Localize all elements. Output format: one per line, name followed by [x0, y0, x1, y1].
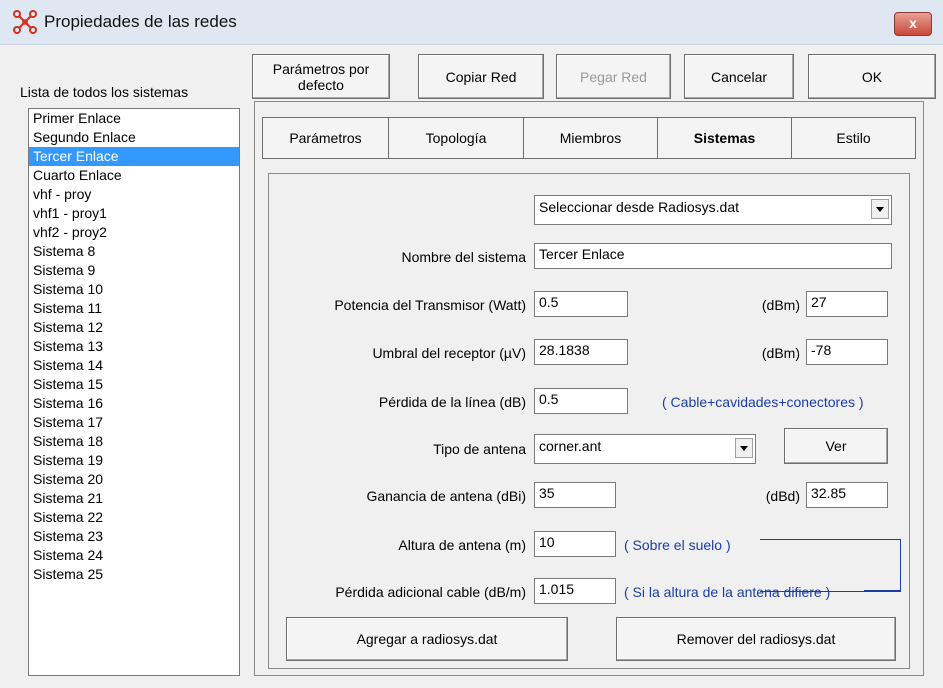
- list-item[interactable]: Sistema 18: [29, 432, 239, 451]
- tab-estilo[interactable]: Estilo: [791, 117, 916, 159]
- list-item[interactable]: Sistema 21: [29, 489, 239, 508]
- list-item[interactable]: Sistema 13: [29, 337, 239, 356]
- line-loss-field[interactable]: 0.5: [534, 388, 628, 414]
- antenna-gain-dbd-field[interactable]: 32.85: [806, 482, 888, 508]
- tab-label: Topología: [425, 130, 487, 146]
- copy-network-label: Copiar Red: [445, 68, 517, 85]
- list-item[interactable]: Sistema 14: [29, 356, 239, 375]
- antenna-type-select[interactable]: corner.ant: [534, 434, 756, 464]
- radiosys-source-value: Seleccionar desde Radiosys.dat: [539, 199, 740, 215]
- default-params-button[interactable]: Parámetros por defecto: [252, 54, 390, 99]
- tab-parametros[interactable]: Parámetros: [262, 117, 389, 159]
- system-name-field[interactable]: Tercer Enlace: [534, 243, 892, 269]
- extra-cable-loss-label: Pérdida adicional cable (dB/m): [335, 584, 526, 600]
- systems-listbox[interactable]: Primer Enlace Segundo Enlace Tercer Enlace…: [28, 108, 240, 676]
- antenna-type-label: Tipo de antena: [433, 441, 526, 457]
- close-button[interactable]: x: [894, 12, 932, 36]
- notes-bracket-tail: [864, 590, 900, 591]
- antenna-height-note: ( Sobre el suelo ): [624, 537, 731, 553]
- copy-network-button[interactable]: Copiar Red: [418, 54, 544, 99]
- tx-power-watt-field[interactable]: 0.5: [534, 291, 628, 317]
- list-item[interactable]: Sistema 8: [29, 242, 239, 261]
- chevron-down-icon: [871, 199, 889, 219]
- ok-button[interactable]: OK: [808, 54, 936, 99]
- notes-bracket: [760, 539, 901, 592]
- tab-sistemas[interactable]: Sistemas: [657, 117, 792, 159]
- list-item[interactable]: vhf2 - proy2: [29, 223, 239, 242]
- add-to-radiosys-label: Agregar a radiosys.dat: [356, 631, 498, 647]
- tab-label: Estilo: [836, 130, 871, 146]
- tab-topologia[interactable]: Topología: [388, 117, 524, 159]
- list-item[interactable]: Primer Enlace: [29, 109, 239, 128]
- list-item[interactable]: Sistema 23: [29, 527, 239, 546]
- network-app-icon: [13, 10, 37, 34]
- rx-dbm-label: (dBm): [761, 345, 800, 361]
- list-item[interactable]: Sistema 24: [29, 546, 239, 565]
- ok-label: OK: [861, 68, 883, 85]
- tab-label: Sistemas: [693, 130, 756, 146]
- antenna-height-label: Altura de antena (m): [398, 537, 526, 553]
- list-item[interactable]: Cuarto Enlace: [29, 166, 239, 185]
- list-item[interactable]: Sistema 16: [29, 394, 239, 413]
- list-item[interactable]: Sistema 10: [29, 280, 239, 299]
- close-icon: x: [909, 15, 917, 31]
- chevron-down-icon: [735, 438, 753, 458]
- list-item[interactable]: Sistema 20: [29, 470, 239, 489]
- remove-from-radiosys-label: Remover del radiosys.dat: [676, 631, 836, 647]
- tx-power-dbm-field[interactable]: 27: [806, 291, 888, 317]
- system-name-label: Nombre del sistema: [401, 249, 527, 265]
- rx-threshold-dbm-field[interactable]: -78: [806, 339, 888, 365]
- gain-dbd-label: (dBd): [765, 488, 800, 504]
- view-antenna-label: Ver: [825, 438, 847, 454]
- list-item[interactable]: Sistema 17: [29, 413, 239, 432]
- list-item[interactable]: vhf - proy: [29, 185, 239, 204]
- list-item[interactable]: Sistema 12: [29, 318, 239, 337]
- list-item[interactable]: vhf1 - proy1: [29, 204, 239, 223]
- cancel-label: Cancelar: [710, 68, 768, 85]
- window-title: Propiedades de las redes: [44, 12, 237, 31]
- systems-list-label: Lista de todos los sistemas: [20, 84, 189, 100]
- list-item[interactable]: Sistema 11: [29, 299, 239, 318]
- antenna-gain-label: Ganancia de antena (dBi): [366, 488, 526, 504]
- line-loss-label: Pérdida de la línea (dB): [378, 394, 526, 410]
- cancel-button[interactable]: Cancelar: [684, 54, 794, 99]
- paste-network-button[interactable]: Pegar Red: [556, 54, 671, 99]
- list-item[interactable]: Sistema 22: [29, 508, 239, 527]
- extra-cable-loss-field[interactable]: 1.015: [534, 578, 616, 604]
- systems-list-items: Primer Enlace Segundo Enlace Tercer Enlace…: [29, 109, 239, 584]
- list-item[interactable]: Tercer Enlace: [29, 147, 239, 166]
- antenna-height-field[interactable]: 10: [534, 531, 616, 557]
- list-item[interactable]: Sistema 25: [29, 565, 239, 584]
- rx-threshold-label: Umbral del receptor (µV): [372, 345, 526, 361]
- paste-network-label: Pegar Red: [580, 68, 647, 85]
- list-item[interactable]: Sistema 9: [29, 261, 239, 280]
- tab-label: Parámetros: [289, 130, 362, 146]
- tab-label: Miembros: [559, 130, 622, 146]
- add-to-radiosys-button[interactable]: Agregar a radiosys.dat: [286, 617, 568, 661]
- radiosys-source-select[interactable]: Seleccionar desde Radiosys.dat: [534, 195, 892, 225]
- antenna-type-value: corner.ant: [539, 438, 602, 454]
- default-params-label: Parámetros por defecto: [272, 60, 370, 93]
- list-item[interactable]: Sistema 19: [29, 451, 239, 470]
- view-antenna-button[interactable]: Ver: [784, 428, 888, 464]
- tx-dbm-label: (dBm): [761, 297, 800, 313]
- rx-threshold-uv-field[interactable]: 28.1838: [534, 339, 628, 365]
- list-item[interactable]: Sistema 15: [29, 375, 239, 394]
- list-item[interactable]: Segundo Enlace: [29, 128, 239, 147]
- line-loss-note: ( Cable+cavidades+conectores ): [662, 394, 864, 410]
- antenna-gain-dbi-field[interactable]: 35: [534, 482, 616, 508]
- tab-miembros[interactable]: Miembros: [523, 117, 658, 159]
- remove-from-radiosys-button[interactable]: Remover del radiosys.dat: [616, 617, 896, 661]
- tx-power-label: Potencia del Transmisor (Watt): [334, 297, 526, 313]
